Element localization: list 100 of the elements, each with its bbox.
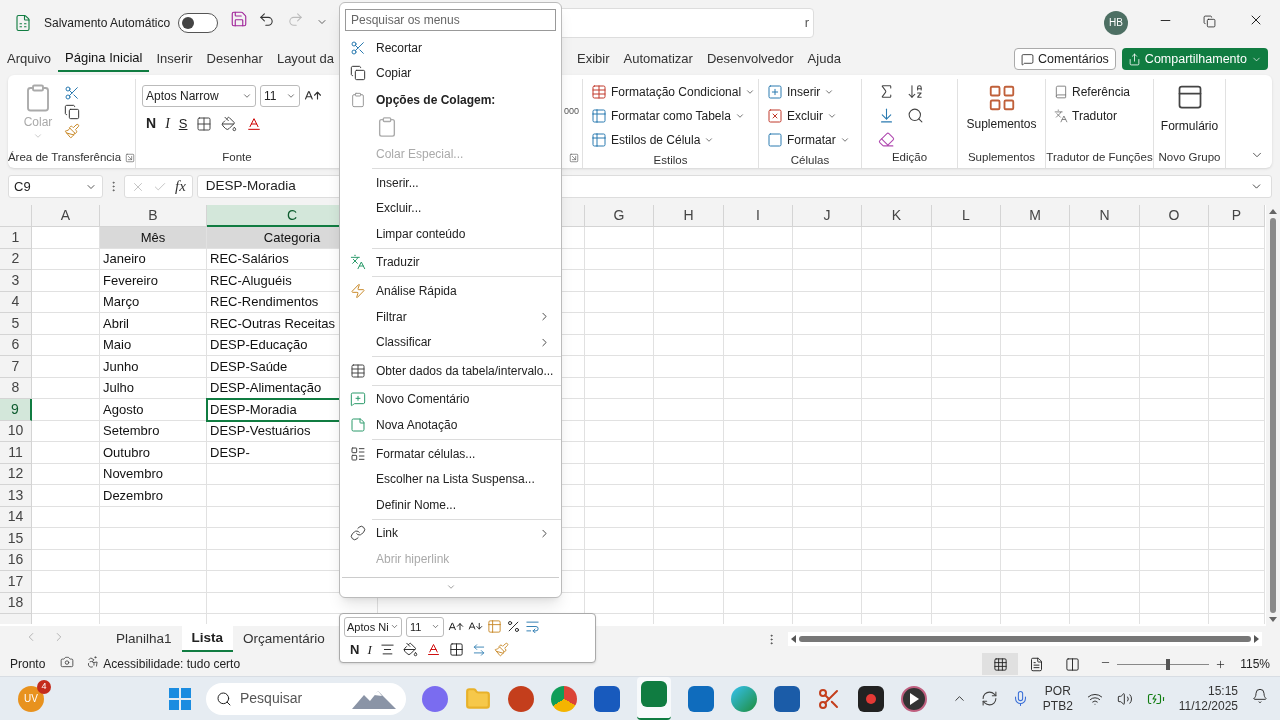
addins-button[interactable]: Suplementos: [962, 79, 1041, 148]
grid-cell[interactable]: [724, 420, 793, 442]
grid-cell[interactable]: [1140, 399, 1209, 421]
grid-cell[interactable]: [932, 549, 1001, 571]
folder-icon[interactable]: [465, 685, 491, 712]
grid-cell[interactable]: [32, 356, 100, 378]
grid-cell[interactable]: [1001, 334, 1070, 356]
grid-cell[interactable]: [1070, 313, 1140, 335]
grid-cell[interactable]: DESP-Moradia: [207, 399, 378, 421]
scroll-up-icon[interactable]: [1269, 209, 1277, 214]
row-header[interactable]: 15: [0, 528, 32, 550]
grid-cell[interactable]: [862, 571, 932, 593]
grid-cell[interactable]: [1001, 270, 1070, 292]
column-header[interactable]: N: [1070, 205, 1140, 227]
grid-cell[interactable]: [654, 291, 724, 313]
scroll-thumb[interactable]: [1270, 218, 1276, 613]
accessibility-icon[interactable]: [86, 654, 101, 669]
grid-cell[interactable]: [1070, 592, 1140, 614]
grid-cell[interactable]: [1209, 571, 1265, 593]
grid-cell[interactable]: [585, 463, 654, 485]
form-button[interactable]: Formulário: [1158, 79, 1221, 148]
comments-button[interactable]: Comentários: [1014, 48, 1116, 70]
recorder-icon[interactable]: [858, 685, 884, 712]
grid-cell[interactable]: [1140, 442, 1209, 464]
grid-cell[interactable]: [862, 356, 932, 378]
grid-cell[interactable]: [654, 420, 724, 442]
borders-icon[interactable]: [448, 642, 464, 657]
grid-cell[interactable]: [32, 270, 100, 292]
grid-cell[interactable]: [1209, 334, 1265, 356]
font-name-field[interactable]: Aptos Narrow: [142, 85, 256, 107]
fill-icon[interactable]: [878, 106, 895, 125]
grid-cell[interactable]: [100, 506, 207, 528]
name-box[interactable]: C9: [8, 175, 103, 198]
grid-cell[interactable]: [862, 442, 932, 464]
grid-cell[interactable]: [1001, 399, 1070, 421]
grid-cell[interactable]: [724, 528, 793, 550]
italic-button[interactable]: I: [367, 639, 372, 660]
column-header[interactable]: L: [932, 205, 1001, 227]
grid-cell[interactable]: [32, 571, 100, 593]
sheet-tab[interactable]: Orçamentário: [233, 626, 335, 652]
document-app-icon[interactable]: [594, 685, 620, 712]
grid-cell[interactable]: [932, 291, 1001, 313]
grid-cell[interactable]: Setembro: [100, 420, 207, 442]
grid-cell[interactable]: [1209, 356, 1265, 378]
grid-cell[interactable]: [724, 227, 793, 249]
grid-cell[interactable]: [32, 549, 100, 571]
grid-cell[interactable]: [1140, 571, 1209, 593]
grid-cell[interactable]: [932, 463, 1001, 485]
grid-cell[interactable]: [862, 334, 932, 356]
grid-cell[interactable]: [724, 377, 793, 399]
percent-icon[interactable]: [506, 619, 521, 635]
column-header[interactable]: P: [1209, 205, 1265, 227]
grid-cell[interactable]: [1001, 377, 1070, 399]
grid-cell[interactable]: [793, 485, 862, 507]
horizontal-scrollbar[interactable]: [788, 632, 1262, 646]
menu-item[interactable]: Escolher na Lista Suspensa...: [340, 466, 561, 492]
snipping-icon[interactable]: [817, 686, 841, 711]
scroll-thumb[interactable]: [799, 636, 1251, 642]
grid-cell[interactable]: [1070, 248, 1140, 270]
grid-cell[interactable]: [1070, 528, 1140, 550]
paste-option-icon[interactable]: [376, 116, 398, 139]
font-size-field[interactable]: 11: [406, 616, 444, 637]
grid-cell[interactable]: [32, 506, 100, 528]
grid-cell[interactable]: [1001, 528, 1070, 550]
grid-cell[interactable]: [1070, 463, 1140, 485]
presentation-app-icon[interactable]: [508, 685, 534, 712]
grid-cell[interactable]: [1209, 420, 1265, 442]
grid-cell[interactable]: [654, 506, 724, 528]
column-header[interactable]: B: [100, 205, 207, 227]
column-header[interactable]: K: [862, 205, 932, 227]
ribbon-tab[interactable]: Desenvolvedor: [699, 46, 801, 72]
grid-cell[interactable]: [1140, 248, 1209, 270]
underline-button[interactable]: S: [178, 113, 188, 134]
grid-cell[interactable]: [32, 592, 100, 614]
grid-cell[interactable]: [1070, 549, 1140, 571]
macro-icon[interactable]: [60, 654, 75, 669]
grid-cell[interactable]: [1070, 334, 1140, 356]
grid-cell[interactable]: [654, 442, 724, 464]
zoom-thumb[interactable]: [1165, 658, 1170, 670]
italic-button[interactable]: I: [165, 113, 170, 134]
ribbon-tab[interactable]: Layout da: [269, 46, 341, 72]
grid-cell[interactable]: [585, 270, 654, 292]
grid-cell[interactable]: [932, 377, 1001, 399]
column-header[interactable]: J: [793, 205, 862, 227]
grid-cell[interactable]: [1070, 420, 1140, 442]
grid-cell[interactable]: [1070, 571, 1140, 593]
grid-cell[interactable]: [793, 248, 862, 270]
grid-cell[interactable]: [100, 571, 207, 593]
grid-cell[interactable]: [32, 313, 100, 335]
grid-cell[interactable]: [862, 420, 932, 442]
grid-cell[interactable]: [1209, 506, 1265, 528]
grid-cell[interactable]: [654, 549, 724, 571]
grid-cell[interactable]: [585, 571, 654, 593]
row-header[interactable]: 5: [0, 313, 32, 335]
grid-cell[interactable]: [585, 420, 654, 442]
start-icon[interactable]: [169, 687, 191, 710]
cell-styles-button[interactable]: Estilos de Célula: [587, 128, 760, 152]
cut-icon[interactable]: [64, 85, 80, 101]
normal-view-button[interactable]: [982, 653, 1019, 675]
grid-cell[interactable]: [585, 313, 654, 335]
